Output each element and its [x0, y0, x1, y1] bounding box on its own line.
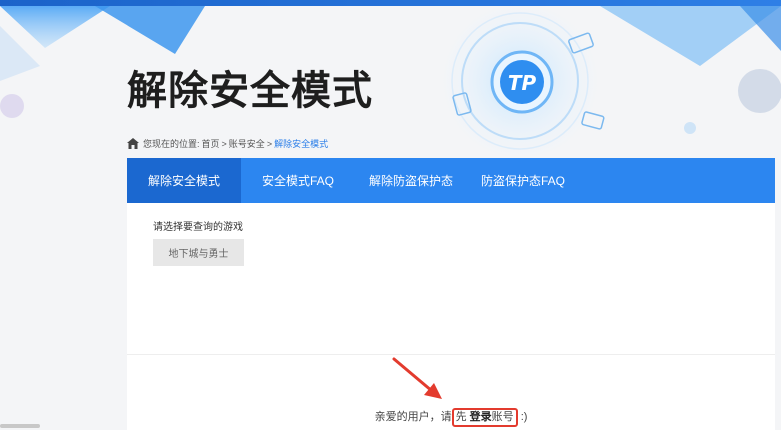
home-icon	[127, 138, 139, 149]
tab-safe-mode-faq[interactable]: 安全模式FAQ	[241, 158, 355, 203]
tab-bar: 解除安全模式 安全模式FAQ 解除防盗保护态 防盗保护态FAQ	[127, 158, 775, 203]
breadcrumb-account-link[interactable]: 账号安全	[229, 137, 265, 150]
horizontal-scrollbar[interactable]	[0, 424, 40, 428]
breadcrumb-home-link[interactable]: 首页	[202, 137, 220, 150]
login-prompt-pre: 先	[455, 411, 470, 423]
breadcrumb-prefix: 您现在的位置:	[143, 139, 200, 149]
game-select-label: 请选择要查询的游戏	[153, 222, 243, 233]
login-highlight-box: 先 登录账号	[451, 408, 518, 427]
breadcrumb-separator: >	[266, 138, 273, 149]
tab-unlock-anti-theft[interactable]: 解除防盗保护态	[355, 158, 467, 203]
svg-text:TP: TP	[508, 71, 537, 95]
tp-logo-icon: TP	[490, 50, 554, 114]
breadcrumb: 您现在的位置: 首页 > 账号安全 > 解除安全模式	[127, 137, 328, 150]
breadcrumb-separator: >	[221, 138, 227, 149]
login-link[interactable]: 登录	[470, 411, 492, 423]
page-title: 解除安全模式	[127, 68, 373, 114]
login-prompt-text: 亲爱的用户，请	[374, 411, 452, 423]
tab-unlock-safe-mode[interactable]: 解除安全模式	[127, 158, 241, 203]
game-option-button[interactable]: 地下城与勇士	[153, 239, 244, 266]
login-prompt-smiley: :)	[517, 411, 528, 423]
login-prompt: 亲爱的用户，请先 登录账号 :)	[127, 408, 775, 427]
divider	[127, 354, 775, 355]
annotation-arrow-icon	[392, 357, 442, 399]
tab-anti-theft-faq[interactable]: 防盗保护态FAQ	[467, 158, 579, 203]
content-panel: 解除安全模式 安全模式FAQ 解除防盗保护态 防盗保护态FAQ 请选择要查询的游…	[127, 158, 775, 430]
login-prompt-account: 账号	[491, 411, 514, 423]
breadcrumb-current: 解除安全模式	[274, 139, 329, 149]
